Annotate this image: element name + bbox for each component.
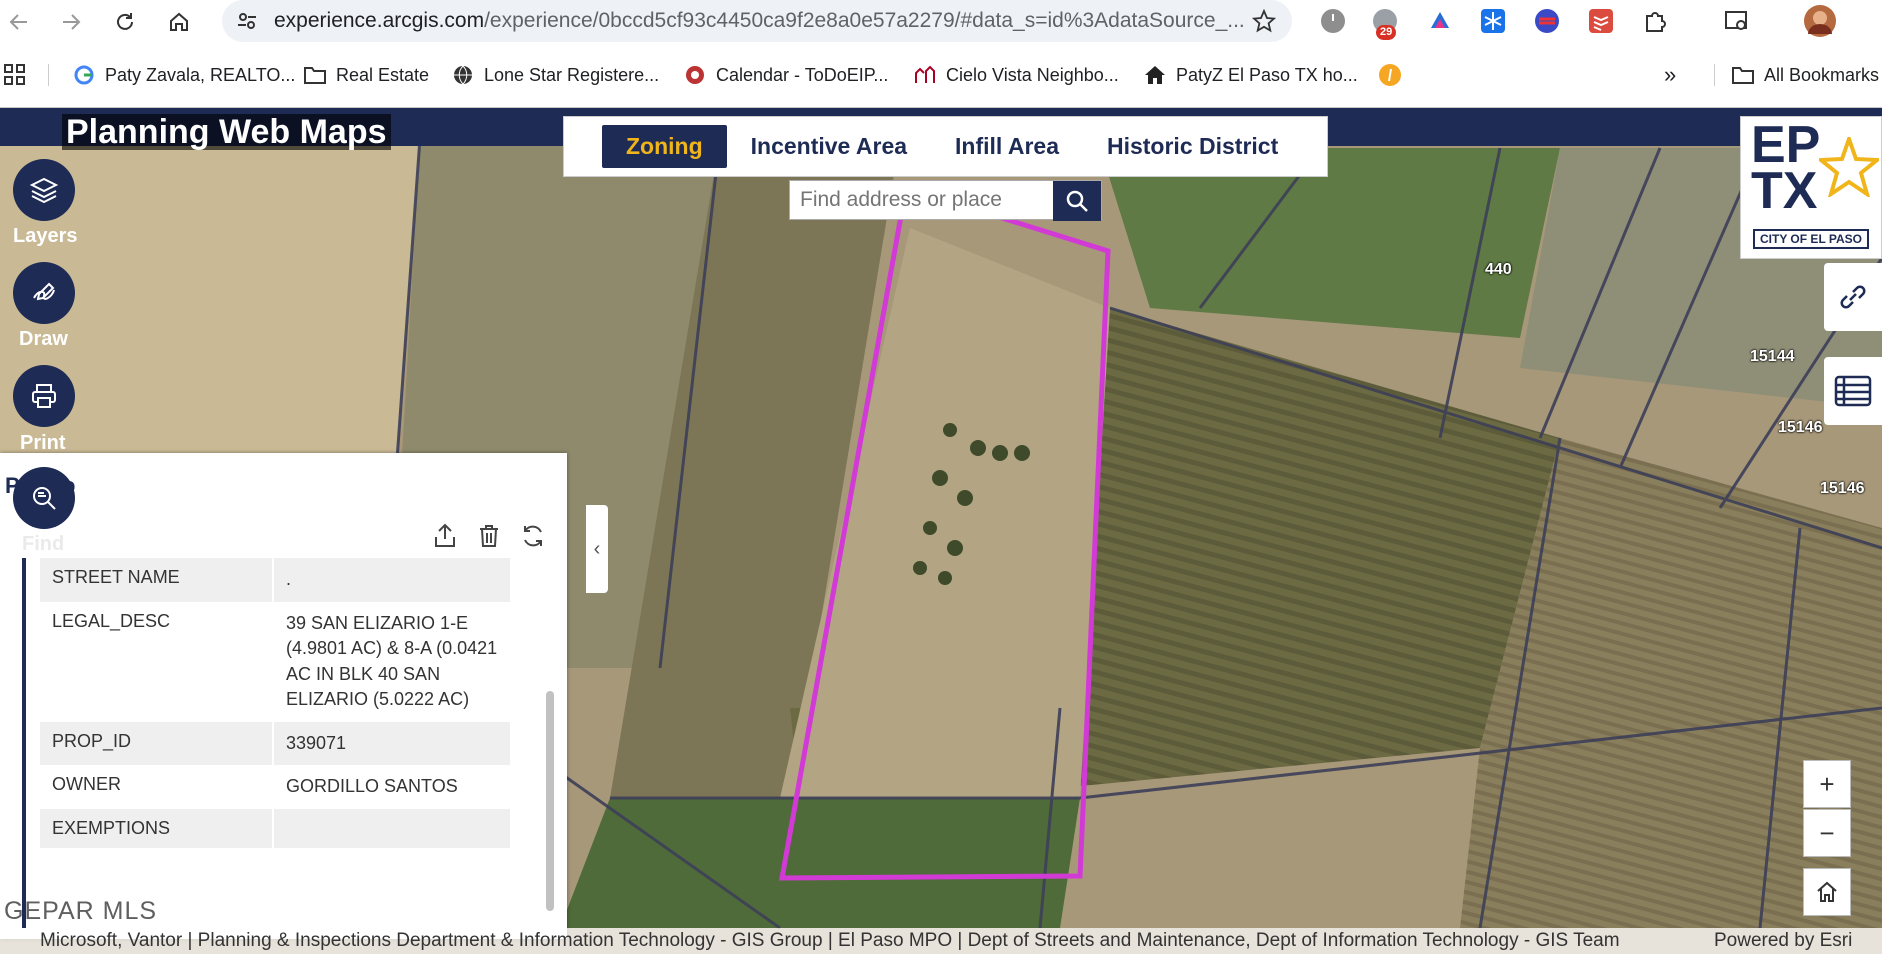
- extension-badge: 29: [1376, 25, 1397, 40]
- parcel-label: 440: [1485, 261, 1512, 278]
- attribute-table-button[interactable]: [1824, 357, 1882, 425]
- todoist-extension-icon[interactable]: [1586, 6, 1616, 36]
- scrollbar[interactable]: [545, 561, 555, 933]
- page-title: Planning Web Maps: [62, 114, 391, 150]
- apps-icon[interactable]: [4, 62, 26, 88]
- tab-search-icon[interactable]: [1722, 6, 1752, 36]
- export-icon[interactable]: [430, 521, 460, 551]
- profile-avatar[interactable]: [1803, 4, 1837, 38]
- forward-icon[interactable]: [56, 7, 86, 37]
- draw-button[interactable]: [13, 262, 75, 324]
- home-icon: [1144, 64, 1166, 86]
- all-bookmarks[interactable]: All Bookmarks: [1732, 62, 1879, 88]
- search-button[interactable]: [1053, 181, 1101, 221]
- bookmark-orange-icon[interactable]: [1378, 62, 1402, 88]
- print-button[interactable]: [13, 365, 75, 427]
- bookmark-item[interactable]: Real Estate: [304, 62, 429, 88]
- refresh-icon[interactable]: [518, 521, 548, 551]
- powered-by-esri[interactable]: Powered by Esri: [1714, 930, 1852, 952]
- home-icon: [1817, 881, 1837, 902]
- zoom-in-button[interactable]: +: [1803, 760, 1851, 808]
- divider: [48, 64, 49, 86]
- globe-icon: [452, 64, 474, 86]
- collapse-panel-button[interactable]: ‹: [586, 505, 608, 593]
- share-link-button[interactable]: [1824, 263, 1882, 331]
- bookmarks-overflow[interactable]: »: [1664, 62, 1676, 88]
- scrollbar-thumb[interactable]: [546, 691, 554, 911]
- attribution-text[interactable]: Microsoft, Vantor | Planning & Inspectio…: [40, 930, 1620, 952]
- chevron-left-icon: ‹: [593, 537, 601, 560]
- tab-bar: Zoning Incentive Area Infill Area Histor…: [563, 116, 1328, 177]
- bookmark-item[interactable]: Paty Zavala, REALTO...: [73, 62, 295, 88]
- parcel-label: 15146: [1778, 419, 1823, 436]
- print-icon: [32, 384, 56, 408]
- table-row: OWNER GORDILLO SANTOS: [40, 765, 510, 809]
- bookmark-item[interactable]: Cielo Vista Neighbo...: [914, 62, 1119, 88]
- trash-icon[interactable]: [474, 521, 504, 551]
- tab-incentive-area[interactable]: Incentive Area: [727, 125, 931, 168]
- browser-chrome: experience.arcgis.com/experience/0bccd5c…: [0, 0, 1882, 108]
- home-icon[interactable]: [164, 7, 194, 37]
- parcel-label: 15146: [1820, 480, 1865, 497]
- divider: [1714, 64, 1715, 86]
- bookmark-item[interactable]: Lone Star Registere...: [452, 62, 659, 88]
- layers-icon: [29, 177, 59, 204]
- table-row: EXEMPTIONS: [40, 808, 510, 848]
- table-icon: [1834, 375, 1872, 407]
- search-input[interactable]: [800, 185, 1040, 215]
- layers-label: Layers: [13, 225, 78, 247]
- zoom-out-button[interactable]: −: [1803, 809, 1851, 857]
- table-row: LEGAL_DESC 39 SAN ELIZARIO 1-E (4.9801 AC…: [40, 601, 510, 722]
- parcel-info-panel: P...Info STREET NAME. LEGAL_DESC39 SAN E…: [0, 453, 567, 939]
- attribute-table: STREET NAME. LEGAL_DESC 39 SAN ELIZARIO 1…: [22, 558, 532, 928]
- star-logo-icon: [1819, 137, 1879, 197]
- print-label: Print: [20, 432, 66, 454]
- link-icon: [1840, 285, 1866, 309]
- map-view[interactable]: Planning Web Maps Zoning Incentive Area …: [0, 108, 1882, 954]
- folder-icon: [304, 64, 326, 86]
- address-bar[interactable]: experience.arcgis.com/experience/0bccd5c…: [222, 0, 1292, 42]
- tab-infill-area[interactable]: Infill Area: [931, 125, 1083, 168]
- table-row: PROP_ID 339071: [40, 721, 510, 765]
- panel-toolbar: [430, 521, 548, 551]
- bookmark-item[interactable]: Calendar - ToDoEIP...: [684, 62, 888, 88]
- search-icon: [1066, 190, 1088, 212]
- url-text[interactable]: experience.arcgis.com/experience/0bccd5c…: [274, 9, 1245, 33]
- watermark: GEPAR MLS: [4, 897, 158, 925]
- find-label: Find: [22, 533, 65, 555]
- find-icon: [33, 487, 56, 510]
- default-extent-button[interactable]: [1803, 868, 1851, 916]
- minus-icon: −: [1819, 817, 1835, 848]
- calendar-icon: [684, 64, 706, 86]
- parcel-label: 15144: [1750, 348, 1795, 365]
- reload-icon[interactable]: [110, 7, 140, 37]
- tab-zoning[interactable]: Zoning: [602, 125, 727, 168]
- toolbar: experience.arcgis.com/experience/0bccd5c…: [0, 0, 1882, 42]
- star-icon[interactable]: [1251, 8, 1277, 38]
- draw-icon: [33, 282, 55, 301]
- folder-icon: [1732, 64, 1754, 86]
- plus-icon: +: [1819, 768, 1835, 799]
- google-icon: [73, 64, 95, 86]
- snowflake-extension-icon[interactable]: [1478, 6, 1508, 36]
- color-extension-icon[interactable]: [1425, 6, 1455, 36]
- tab-historic-district[interactable]: Historic District: [1083, 125, 1302, 168]
- back-icon[interactable]: [4, 7, 34, 37]
- bookmark-item[interactable]: PatyZ El Paso TX ho...: [1144, 62, 1358, 88]
- table-row: STREET NAME.: [40, 558, 510, 602]
- search-box: [789, 180, 1102, 221]
- bookmarks-bar: Paty Zavala, REALTO... Real Estate Lone …: [0, 58, 1882, 92]
- flag-extension-icon[interactable]: [1532, 6, 1562, 36]
- draw-label: Draw: [19, 328, 68, 350]
- find-button[interactable]: [13, 467, 75, 529]
- layers-button[interactable]: [13, 159, 75, 221]
- attribution-bar: Microsoft, Vantor | Planning & Inspectio…: [0, 928, 1882, 954]
- site-info-icon[interactable]: [236, 10, 258, 37]
- power-extension-icon[interactable]: [1318, 6, 1348, 36]
- puzzle-extensions-icon[interactable]: [1640, 6, 1670, 36]
- city-logo: EP TX CITY OF EL PASO: [1740, 116, 1882, 259]
- neighborhood-icon: [914, 64, 936, 86]
